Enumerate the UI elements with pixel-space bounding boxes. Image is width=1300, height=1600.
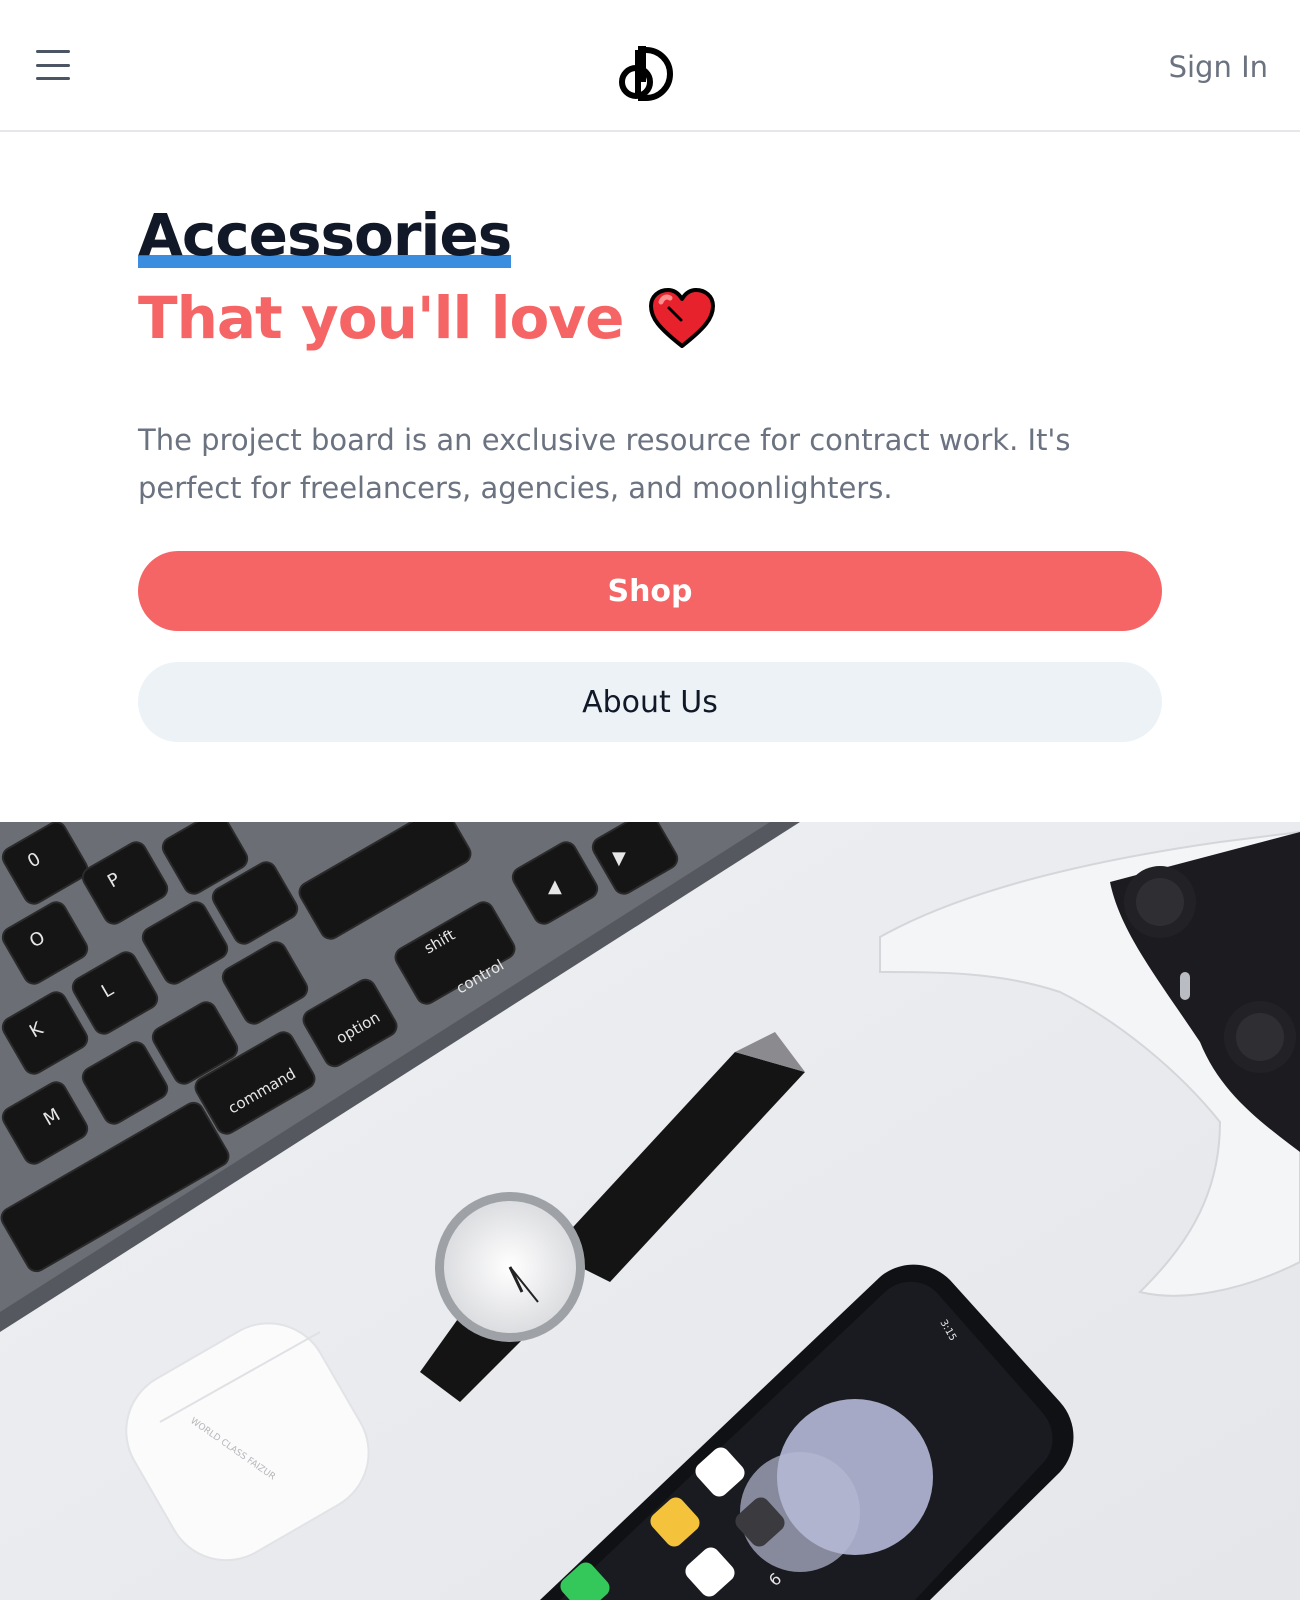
hero-product-image: 0 P O L K M shift control option command… <box>0 822 1300 1600</box>
hero-title-line1-wrap: Accessories <box>138 200 512 270</box>
hero-title-line1: Accessories <box>138 201 512 269</box>
red-heart-icon <box>649 288 716 348</box>
shop-button[interactable]: Shop <box>138 551 1162 631</box>
about-us-button[interactable]: About Us <box>138 662 1162 742</box>
hero-section: Accessories That you'll love The project… <box>138 200 1168 512</box>
sign-in-link[interactable]: Sign In <box>1169 50 1268 84</box>
hero-description: The project board is an exclusive resour… <box>138 423 1071 505</box>
svg-text:▼: ▼ <box>612 848 626 869</box>
hero-title-line2: That you'll love <box>138 284 624 352</box>
brand-logo-icon[interactable] <box>616 44 674 104</box>
hamburger-menu-icon[interactable] <box>36 50 74 80</box>
hero-title-line2-row: That you'll love <box>138 278 1168 358</box>
top-navbar: Sign In <box>0 0 1300 132</box>
svg-text:▲: ▲ <box>548 876 562 897</box>
